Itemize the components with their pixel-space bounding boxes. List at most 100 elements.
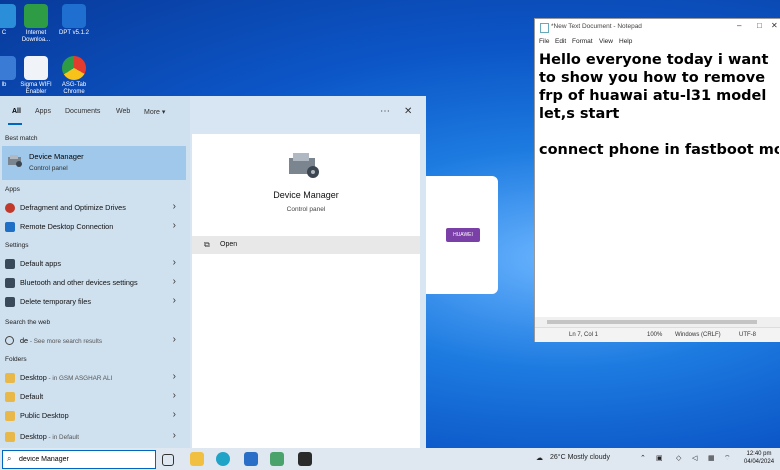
desktop-icon-label: ASG-Tab Chrome — [61, 82, 87, 95]
result-remote-desktop[interactable]: Remote Desktop Connection › — [0, 218, 186, 236]
search-filter-tabs: All Apps Documents Web More ▾ ⋯ ✕ — [0, 96, 426, 130]
folder-label: Public Desktop — [20, 411, 69, 420]
app-icon[interactable] — [298, 452, 312, 466]
speaker-icon[interactable]: ◁ — [692, 454, 697, 462]
taskbar: ⌕ ☁ 26°C Mostly cloudy ⌃ ▣ ◇ ◁ ▦ ⌔ 12:40… — [0, 448, 780, 470]
result-folder-public-desktop[interactable]: Public Desktop › — [0, 407, 186, 425]
apps-heading: Apps — [5, 186, 20, 193]
web-search-text: de - See more search results — [20, 336, 102, 345]
tab-apps[interactable]: Apps — [35, 108, 51, 115]
cursor-position: Ln 7, Col 1 — [569, 332, 599, 338]
result-folder-desktop-default[interactable]: Desktop - in Default › — [0, 428, 186, 446]
menu-format[interactable]: Format — [572, 38, 593, 45]
app-tray-icon[interactable]: ▣ — [656, 454, 663, 462]
folder-icon — [5, 373, 15, 383]
task-view-icon[interactable] — [162, 454, 174, 466]
taskbar-search[interactable]: ⌕ — [2, 450, 156, 469]
weather-text[interactable]: 26°C Mostly cloudy — [550, 454, 610, 461]
desktop-icon-label: DPT v5.1.2 — [59, 30, 89, 36]
chevron-right-icon[interactable]: › — [173, 295, 176, 306]
result-bluetooth[interactable]: Bluetooth and other devices settings › — [0, 274, 186, 292]
web-query: de — [20, 336, 29, 345]
device-manager-icon — [289, 153, 319, 178]
close-button[interactable]: ✕ — [771, 21, 778, 30]
maximize-button[interactable]: □ — [757, 21, 762, 30]
encoding: UTF-8 — [739, 332, 756, 338]
result-label: Remote Desktop Connection — [20, 222, 114, 231]
best-match-subtitle: Control panel — [29, 165, 68, 172]
chevron-right-icon[interactable]: › — [173, 390, 176, 401]
close-icon[interactable]: ✕ — [404, 106, 412, 117]
folder-icon — [5, 392, 15, 402]
chevron-right-icon[interactable]: › — [173, 276, 176, 287]
minimize-button[interactable]: – — [737, 21, 741, 30]
tab-web[interactable]: Web — [116, 108, 130, 115]
start-search-panel: All Apps Documents Web More ▾ ⋯ ✕ Best m… — [0, 96, 426, 450]
chevron-right-icon[interactable]: › — [173, 220, 176, 231]
file-explorer-icon[interactable] — [190, 452, 204, 466]
scrollbar-thumb[interactable] — [547, 320, 757, 324]
result-preview-pane: Device Manager Control panel ⧉ Open — [192, 134, 420, 450]
best-match-title: Device Manager — [29, 152, 84, 161]
best-match-device-manager[interactable]: Device Manager Control panel — [2, 146, 186, 180]
tab-more[interactable]: More ▾ — [144, 108, 165, 116]
result-folder-default[interactable]: Default › — [0, 388, 186, 406]
best-match-heading: Best match — [5, 135, 38, 142]
app-icon[interactable] — [270, 452, 284, 466]
menu-help[interactable]: Help — [619, 38, 632, 45]
background-app-window[interactable]: HUAWEI — [426, 176, 498, 294]
horizontal-scrollbar[interactable] — [535, 317, 780, 327]
tab-all[interactable]: All — [12, 108, 21, 115]
open-action[interactable]: ⧉ Open — [192, 236, 420, 254]
menu-file[interactable]: File — [539, 38, 549, 45]
folder-location: - in GSM ASGHAR ALI — [46, 375, 113, 382]
notepad-statusbar: Ln 7, Col 1 100% Windows (CRLF) UTF-8 — [535, 327, 780, 342]
result-delete-temp[interactable]: Delete temporary files › — [0, 293, 186, 311]
open-icon: ⧉ — [204, 240, 210, 249]
dpt-tool-icon — [62, 4, 86, 28]
chevron-right-icon[interactable]: › — [173, 201, 176, 212]
clock[interactable]: 12:40 pm 04/04/2024 — [744, 450, 774, 466]
notepad-text-area[interactable]: Hello everyone today i want to show you … — [539, 51, 779, 317]
notepad-title: *New Text Document - Notepad — [551, 23, 642, 30]
web-query-suffix: - See more search results — [28, 338, 102, 345]
settings-heading: Settings — [5, 242, 29, 249]
folder-label: Desktop - in Default — [20, 432, 79, 441]
wifi-icon[interactable]: ⌔ — [724, 454, 731, 463]
desktop-icon-chrome[interactable]: ASG-Tab Chrome — [52, 56, 96, 96]
folder-label: Desktop - in GSM ASGHAR ALI — [20, 373, 112, 382]
search-icon — [5, 336, 14, 345]
default-apps-icon — [5, 259, 15, 269]
folder-name: Public Desktop — [20, 411, 69, 420]
desktop-icon-dpt[interactable]: DPT v5.1.2 — [52, 4, 96, 37]
result-web-search[interactable]: de - See more search results › — [0, 332, 186, 350]
more-options-icon[interactable]: ⋯ — [380, 106, 390, 117]
edge-icon[interactable] — [216, 452, 230, 466]
language-icon[interactable]: ▦ — [708, 454, 715, 462]
result-default-apps[interactable]: Default apps › — [0, 255, 186, 273]
weather-icon[interactable]: ☁ — [536, 454, 543, 462]
folder-name: Default — [20, 392, 44, 401]
huawei-badge: HUAWEI — [446, 228, 480, 242]
folder-name: Desktop — [20, 373, 47, 382]
network-icon[interactable]: ◇ — [676, 454, 681, 462]
chevron-right-icon[interactable]: › — [173, 409, 176, 420]
result-label: Bluetooth and other devices settings — [20, 278, 138, 287]
storage-icon — [5, 297, 15, 307]
tab-documents[interactable]: Documents — [65, 108, 100, 115]
result-folder-desktop[interactable]: Desktop - in GSM ASGHAR ALI › — [0, 369, 186, 387]
chevron-right-icon[interactable]: › — [173, 257, 176, 268]
chevron-right-icon[interactable]: › — [173, 334, 176, 345]
menu-view[interactable]: View — [599, 38, 613, 45]
result-defragment[interactable]: Defragment and Optimize Drives › — [0, 199, 186, 217]
notepad-window[interactable]: *New Text Document - Notepad – □ ✕ File … — [534, 18, 780, 342]
result-label: Defragment and Optimize Drives — [20, 203, 126, 212]
search-input[interactable] — [19, 453, 149, 465]
chevron-up-icon[interactable]: ⌃ — [640, 454, 646, 462]
menu-edit[interactable]: Edit — [555, 38, 566, 45]
chevron-right-icon[interactable]: › — [173, 430, 176, 441]
device-manager-icon — [8, 155, 22, 167]
chevron-right-icon[interactable]: › — [173, 371, 176, 382]
mail-icon[interactable] — [244, 452, 258, 466]
notepad-titlebar[interactable]: *New Text Document - Notepad – □ ✕ — [535, 19, 780, 35]
